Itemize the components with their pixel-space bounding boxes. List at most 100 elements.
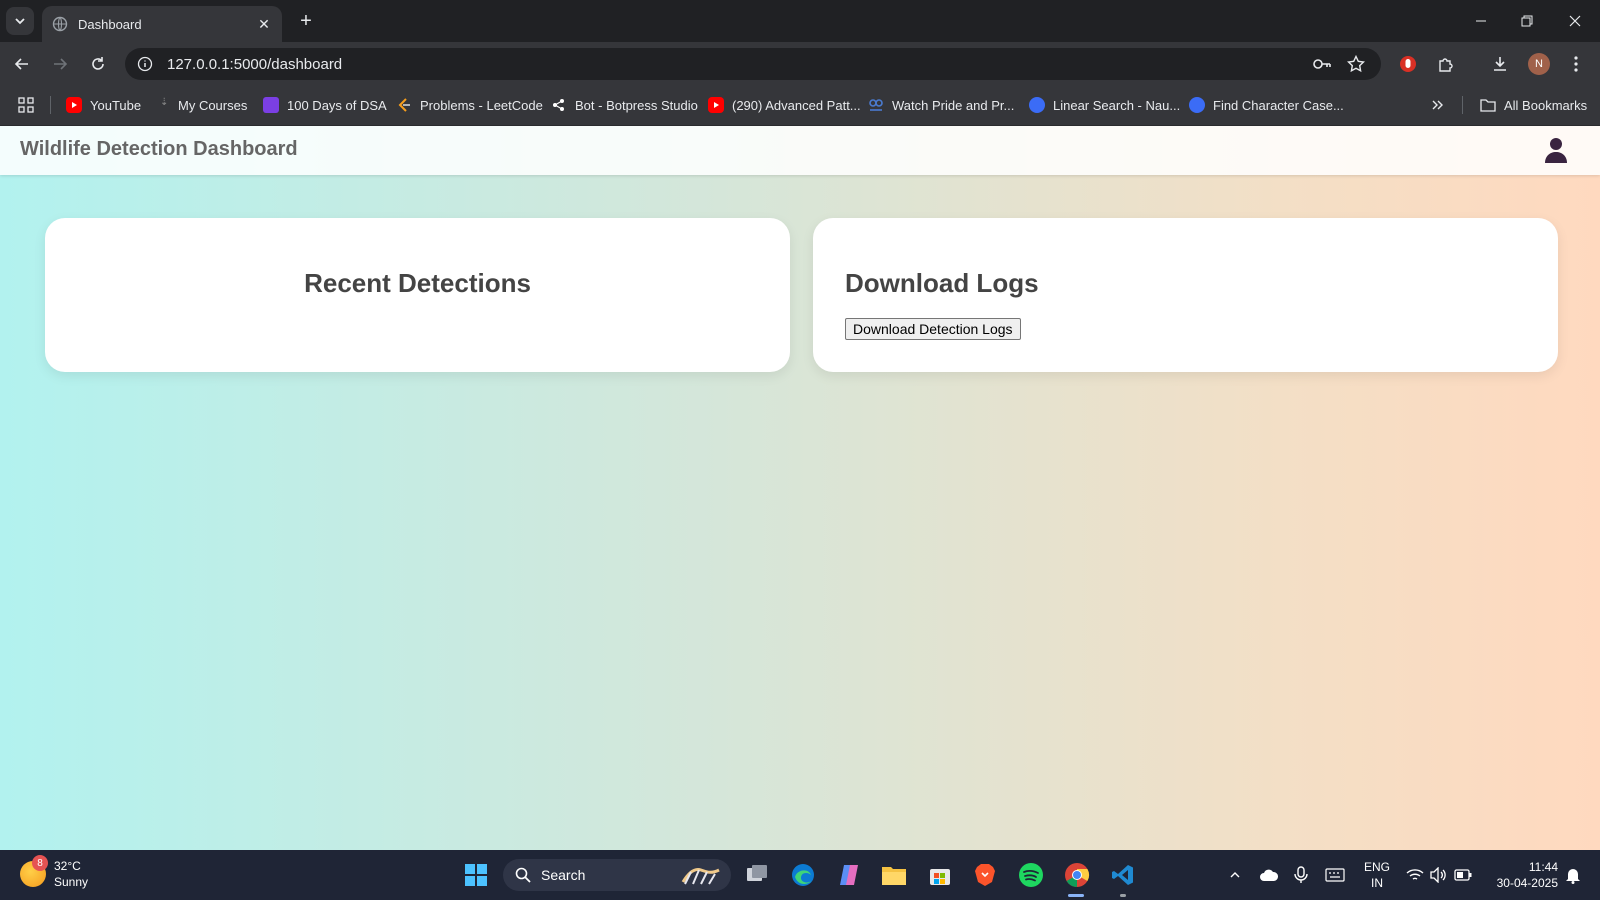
url-text: 127.0.0.1:5000/dashboard — [167, 55, 343, 73]
leetcode-icon — [396, 97, 412, 113]
weather-badge: 8 — [32, 855, 48, 871]
vscode-running-indicator — [1120, 894, 1126, 897]
show-hidden-icons[interactable] — [1224, 864, 1246, 886]
address-bar[interactable]: 127.0.0.1:5000/dashboard — [125, 48, 1381, 80]
download-detection-logs-button[interactable]: Download Detection Logs — [845, 318, 1021, 340]
chrome-active-indicator — [1068, 894, 1084, 897]
extension-red-icon[interactable] — [1394, 50, 1422, 78]
bookmark-leetcode[interactable]: Problems - LeetCode — [396, 95, 543, 115]
page-title: Wildlife Detection Dashboard — [20, 138, 298, 160]
battery-icon[interactable] — [1452, 864, 1474, 886]
recent-detections-title: Recent Detections — [304, 268, 531, 298]
close-tab-icon[interactable]: ✕ — [256, 16, 272, 32]
extensions-puzzle-icon[interactable] — [1432, 50, 1460, 78]
apps-grid-icon[interactable] — [18, 95, 34, 115]
vscode-icon[interactable] — [1108, 860, 1138, 890]
download-logs-card: Download Logs Download Detection Logs — [813, 218, 1558, 372]
downloads-icon[interactable] — [1486, 50, 1514, 78]
language-region: IN — [1371, 876, 1383, 890]
site-info-icon[interactable] — [135, 54, 155, 74]
system-clock[interactable]: 11:44 30-04-2025 — [1488, 859, 1558, 891]
profile-avatar[interactable]: N — [1525, 50, 1553, 78]
windows-logo-icon — [465, 864, 487, 886]
close-window-button[interactable] — [1552, 0, 1598, 42]
bookmark-advanced-patterns[interactable]: (290) Advanced Patt... — [708, 95, 861, 115]
keyboard-icon[interactable] — [1324, 864, 1346, 886]
password-key-icon[interactable] — [1308, 50, 1336, 78]
more-bookmarks-icon[interactable] — [1432, 95, 1444, 115]
globe-icon — [52, 16, 68, 32]
wifi-icon[interactable] — [1404, 864, 1426, 886]
bookmark-label: Problems - LeetCode — [420, 97, 543, 113]
tab-dashboard[interactable]: Dashboard ✕ — [42, 6, 282, 42]
copilot-icon[interactable] — [834, 860, 864, 890]
tab-search-button[interactable] — [6, 7, 34, 35]
microphone-icon[interactable] — [1290, 864, 1312, 886]
minimize-icon — [1476, 20, 1486, 22]
user-icon[interactable] — [1542, 136, 1570, 164]
botpress-icon — [551, 97, 567, 113]
bookmark-label: Watch Pride and Pr... — [892, 97, 1015, 113]
folder-icon — [1480, 97, 1496, 113]
close-icon — [1569, 15, 1581, 27]
app-header: Wildlife Detection Dashboard — [0, 126, 1600, 175]
bookmark-botpress[interactable]: Bot - Botpress Studio — [551, 95, 698, 115]
bookmark-linear-search[interactable]: Linear Search - Nau... — [1029, 95, 1180, 115]
clock-date: 30-04-2025 — [1496, 876, 1558, 890]
watch-icon — [868, 97, 884, 113]
arrow-left-icon — [14, 58, 28, 70]
edge-icon[interactable] — [788, 860, 818, 890]
task-view-icon[interactable] — [742, 860, 772, 890]
forward-button[interactable] — [46, 50, 74, 78]
microsoft-store-icon[interactable] — [925, 860, 955, 890]
taskbar-search[interactable]: Search — [503, 859, 731, 891]
search-highlight-icon — [681, 868, 720, 885]
browser-toolbar: 127.0.0.1:5000/dashboard N — [0, 42, 1600, 84]
bookmark-youtube[interactable]: YouTube — [66, 95, 141, 115]
page-content: Wildlife Detection Dashboard Recent Dete… — [0, 126, 1600, 850]
naukri-icon — [1029, 97, 1045, 113]
recent-detections-card: Recent Detections — [45, 218, 790, 372]
start-button[interactable] — [461, 860, 491, 890]
bookmark-watch-pride[interactable]: Watch Pride and Pr... — [868, 95, 1014, 115]
language-code: ENG — [1364, 860, 1391, 874]
language-indicator[interactable]: ENG IN — [1364, 859, 1390, 891]
file-explorer-icon[interactable] — [879, 860, 909, 890]
menu-kebab-icon[interactable] — [1562, 50, 1590, 78]
bookmark-star-icon[interactable] — [1342, 50, 1370, 78]
all-bookmarks-button[interactable]: All Bookmarks — [1480, 95, 1587, 115]
courses-icon: ⇣ — [160, 97, 169, 108]
onedrive-cloud-icon[interactable] — [1258, 864, 1280, 886]
browser-tabstrip: Dashboard ✕ + — [0, 0, 1600, 42]
bookmark-100-days-dsa[interactable]: 100 Days of DSA — [263, 95, 387, 115]
reload-icon — [92, 57, 104, 70]
youtube-icon — [66, 97, 82, 113]
weather-temp: 32°C — [54, 859, 81, 873]
sun-icon: 8 — [20, 855, 48, 887]
bookmark-my-courses[interactable]: ⇣ My Courses — [160, 95, 247, 115]
bookmark-label: 100 Days of DSA — [287, 97, 387, 113]
download-logs-title: Download Logs — [845, 268, 1039, 298]
all-bookmarks-label: All Bookmarks — [1504, 97, 1588, 113]
clock-time: 11:44 — [1528, 860, 1558, 874]
naukri-icon — [1189, 97, 1205, 113]
minimize-button[interactable] — [1458, 0, 1504, 42]
new-tab-button[interactable]: + — [294, 9, 318, 33]
spotify-icon[interactable] — [1016, 860, 1046, 890]
bookmark-label: Find Character Case... — [1213, 97, 1344, 113]
chrome-icon[interactable] — [1062, 860, 1092, 890]
bookmark-label: My Courses — [178, 97, 248, 113]
dsa-icon — [263, 97, 279, 113]
bookmark-find-character[interactable]: Find Character Case... — [1189, 95, 1344, 115]
reload-button[interactable] — [84, 50, 112, 78]
notification-bell-icon[interactable] — [1562, 864, 1584, 886]
brave-icon[interactable] — [970, 860, 1000, 890]
restore-button[interactable] — [1504, 0, 1550, 42]
back-button[interactable] — [8, 50, 36, 78]
bookmark-label: Bot - Botpress Studio — [575, 97, 698, 113]
weather-widget[interactable]: 8 32°C Sunny — [20, 855, 88, 890]
profile-initial: N — [1528, 53, 1550, 75]
bookmark-separator — [1462, 96, 1463, 114]
tab-title: Dashboard — [78, 16, 142, 32]
volume-icon[interactable] — [1428, 864, 1450, 886]
